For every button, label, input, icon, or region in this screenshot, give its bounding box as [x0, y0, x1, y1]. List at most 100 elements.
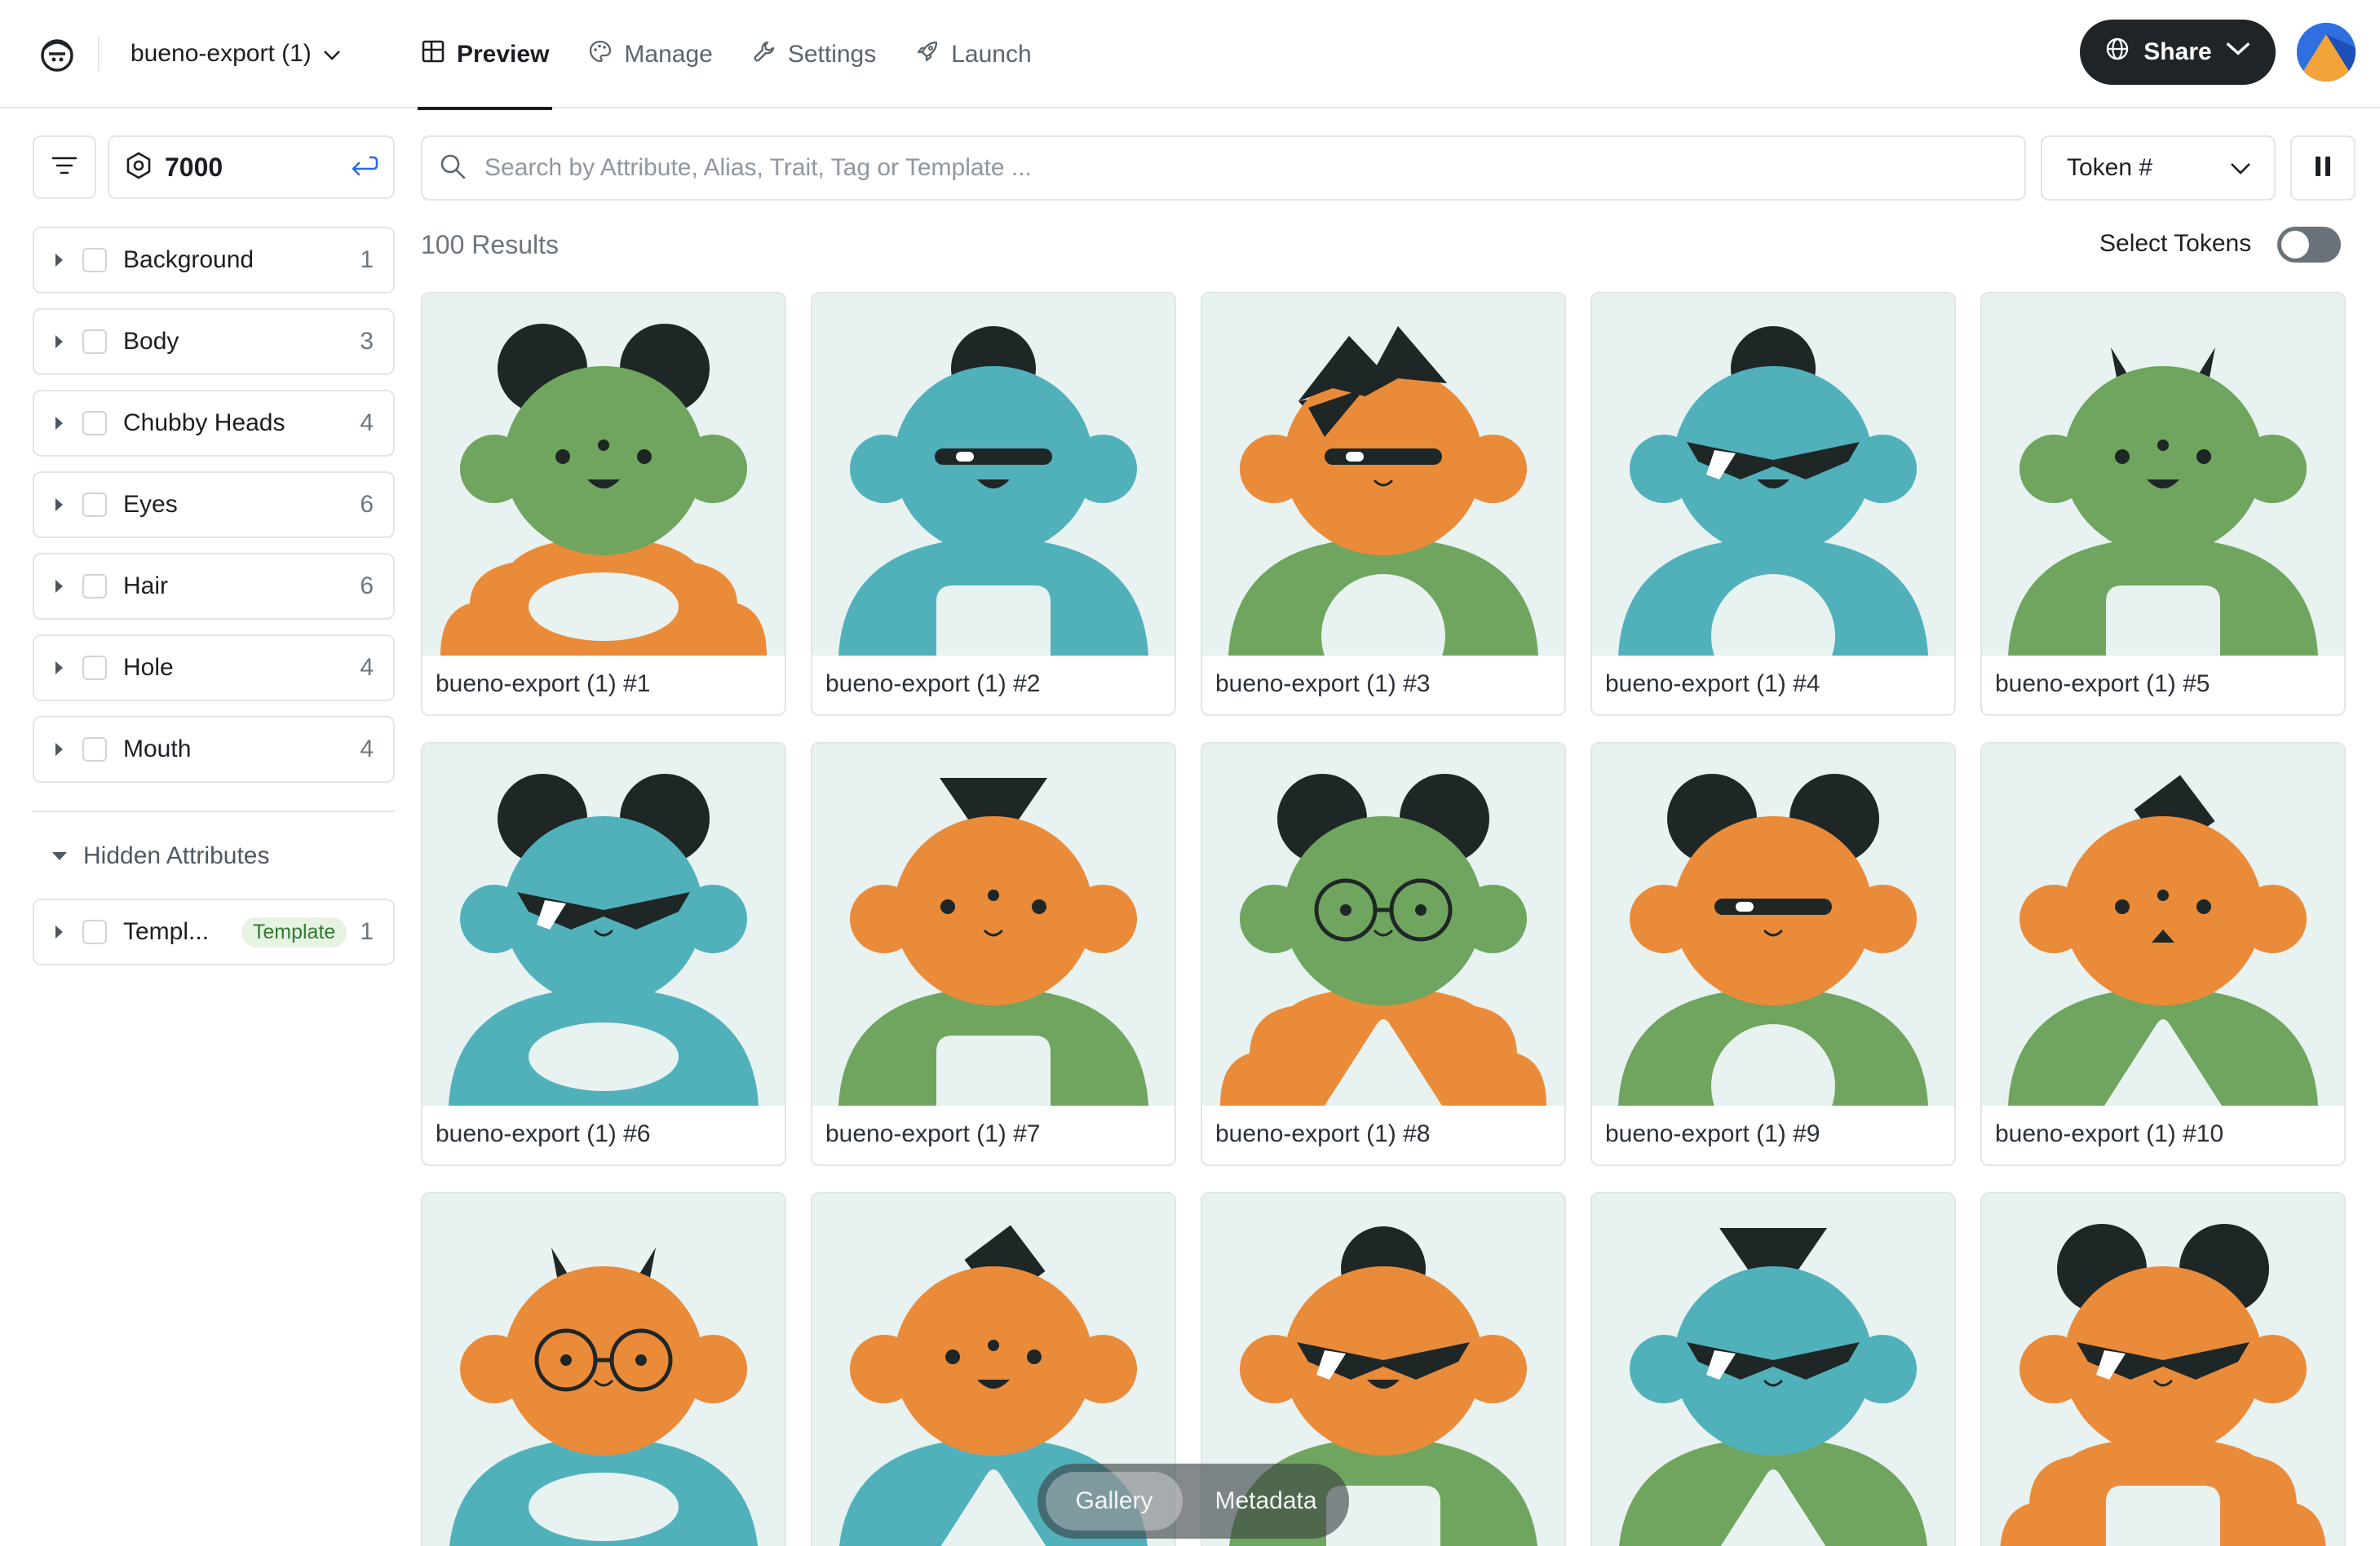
token-image — [1982, 744, 2344, 1106]
grid-icon — [421, 39, 445, 70]
pause-button[interactable] — [2290, 135, 2356, 201]
tab-manage[interactable]: Manage — [585, 0, 715, 108]
attribute-row-mouth[interactable]: Mouth 4 — [33, 716, 395, 783]
tab-launch[interactable]: Launch — [912, 0, 1034, 108]
metadata-view-button[interactable]: Metadata — [1192, 1472, 1339, 1531]
tab-settings[interactable]: Settings — [749, 0, 879, 108]
palette-icon — [588, 39, 613, 70]
search-input[interactable] — [484, 154, 2008, 182]
token-card[interactable] — [1590, 1192, 1956, 1546]
attribute-name: Eyes — [123, 491, 178, 518]
chevron-down-icon — [2225, 36, 2251, 68]
token-image — [1592, 744, 1954, 1106]
token-image — [1592, 294, 1954, 656]
attribute-count: 4 — [360, 654, 374, 681]
select-tokens-toggle[interactable] — [2277, 227, 2341, 263]
token-image — [812, 294, 1175, 656]
view-switch: Gallery Metadata — [1037, 1464, 1349, 1539]
attribute-row-hole[interactable]: Hole 4 — [33, 634, 395, 701]
token-label: bueno-export (1) #4 — [1605, 670, 1820, 697]
token-image — [422, 1194, 785, 1546]
token-card[interactable]: bueno-export (1) #4 — [1590, 292, 1956, 716]
avatar[interactable] — [2297, 23, 2356, 82]
attribute-checkbox[interactable] — [82, 329, 107, 354]
chevron-down-icon — [323, 40, 341, 68]
token-card[interactable]: bueno-export (1) #10 — [1980, 742, 2346, 1166]
hidden-attribute-list: Templ... Template 1 — [33, 899, 395, 980]
supply-field[interactable]: 7000 — [108, 135, 395, 199]
attribute-checkbox[interactable] — [82, 248, 107, 272]
hexagon-icon — [124, 151, 153, 184]
attribute-count: 4 — [360, 409, 374, 436]
token-card[interactable] — [1980, 1192, 2346, 1546]
project-name: bueno-export (1) — [131, 40, 312, 67]
token-label: bueno-export (1) #6 — [436, 1120, 651, 1147]
attribute-count: 1 — [360, 246, 374, 273]
main-tabs: Preview Manage Settings Launch — [418, 0, 1068, 110]
attribute-row-background[interactable]: Background 1 — [33, 227, 395, 294]
token-card[interactable]: bueno-export (1) #7 — [811, 742, 1176, 1166]
attribute-row-hair[interactable]: Hair 6 — [33, 553, 395, 620]
share-button[interactable]: Share — [2080, 20, 2276, 85]
token-card[interactable]: bueno-export (1) #1 — [421, 292, 786, 716]
gallery-view-button[interactable]: Gallery — [1046, 1472, 1183, 1531]
sort-label: Token # — [2067, 154, 2153, 181]
attribute-checkbox[interactable] — [82, 411, 107, 435]
filter-icon — [51, 156, 77, 179]
attribute-checkbox[interactable] — [82, 656, 107, 680]
token-label: bueno-export (1) #10 — [1995, 1120, 2224, 1147]
attribute-name: Hole — [123, 654, 174, 681]
project-selector[interactable]: bueno-export (1) — [131, 36, 341, 72]
token-card[interactable] — [421, 1192, 786, 1546]
header-divider — [98, 36, 100, 72]
token-image — [1202, 294, 1564, 656]
attribute-row-body[interactable]: Body 3 — [33, 308, 395, 375]
tab-label: Preview — [457, 40, 550, 68]
caret-right-icon — [55, 254, 63, 267]
attribute-count: 6 — [360, 572, 374, 599]
token-card[interactable]: bueno-export (1) #5 — [1980, 292, 2346, 716]
attribute-name: Templ... — [123, 918, 210, 945]
token-label: bueno-export (1) #3 — [1215, 670, 1431, 697]
select-tokens-label: Select Tokens — [2099, 230, 2252, 257]
attribute-count: 1 — [360, 918, 374, 945]
attribute-checkbox[interactable] — [82, 574, 107, 599]
return-icon[interactable] — [349, 153, 378, 182]
token-label: bueno-export (1) #5 — [1995, 670, 2210, 697]
globe-icon — [2104, 36, 2130, 68]
attribute-checkbox[interactable] — [82, 493, 107, 517]
share-label: Share — [2143, 38, 2212, 65]
caret-right-icon — [55, 498, 63, 511]
token-card[interactable]: bueno-export (1) #6 — [421, 742, 786, 1166]
sidebar-divider — [33, 811, 395, 812]
attribute-row-template[interactable]: Templ... Template 1 — [33, 899, 395, 965]
token-label: bueno-export (1) #1 — [436, 670, 651, 697]
tab-preview[interactable]: Preview — [418, 0, 553, 110]
attribute-count: 6 — [360, 491, 374, 518]
attribute-row-eyes[interactable]: Eyes 6 — [33, 471, 395, 538]
caret-right-icon — [55, 580, 63, 593]
caret-right-icon — [55, 925, 63, 939]
attribute-checkbox[interactable] — [82, 920, 107, 944]
attribute-list: Background 1 Body 3 Chubby Heads 4 Eyes … — [33, 227, 395, 797]
token-label: bueno-export (1) #9 — [1605, 1120, 1820, 1147]
token-card[interactable]: bueno-export (1) #8 — [1201, 742, 1566, 1166]
chevron-down-icon — [2230, 154, 2251, 182]
token-label: bueno-export (1) #7 — [825, 1120, 1041, 1147]
token-card[interactable]: bueno-export (1) #9 — [1590, 742, 1956, 1166]
search-bar[interactable] — [421, 135, 2026, 201]
token-label: bueno-export (1) #2 — [825, 670, 1041, 697]
filter-button[interactable] — [33, 135, 96, 199]
sort-select[interactable]: Token # — [2041, 135, 2276, 201]
top-bar: bueno-export (1) Preview Manage Settings — [0, 0, 2380, 110]
token-card[interactable]: bueno-export (1) #3 — [1201, 292, 1566, 716]
attribute-row-chubby-heads[interactable]: Chubby Heads 4 — [33, 390, 395, 457]
wrench-icon — [752, 39, 776, 70]
hidden-attributes-toggle[interactable]: Hidden Attributes — [52, 840, 269, 872]
attribute-checkbox[interactable] — [82, 737, 107, 762]
token-card[interactable]: bueno-export (1) #2 — [811, 292, 1176, 716]
caret-right-icon — [55, 335, 63, 348]
app-logo-icon[interactable] — [36, 33, 78, 75]
toggle-knob — [2281, 231, 2309, 258]
token-image — [1982, 294, 2344, 656]
